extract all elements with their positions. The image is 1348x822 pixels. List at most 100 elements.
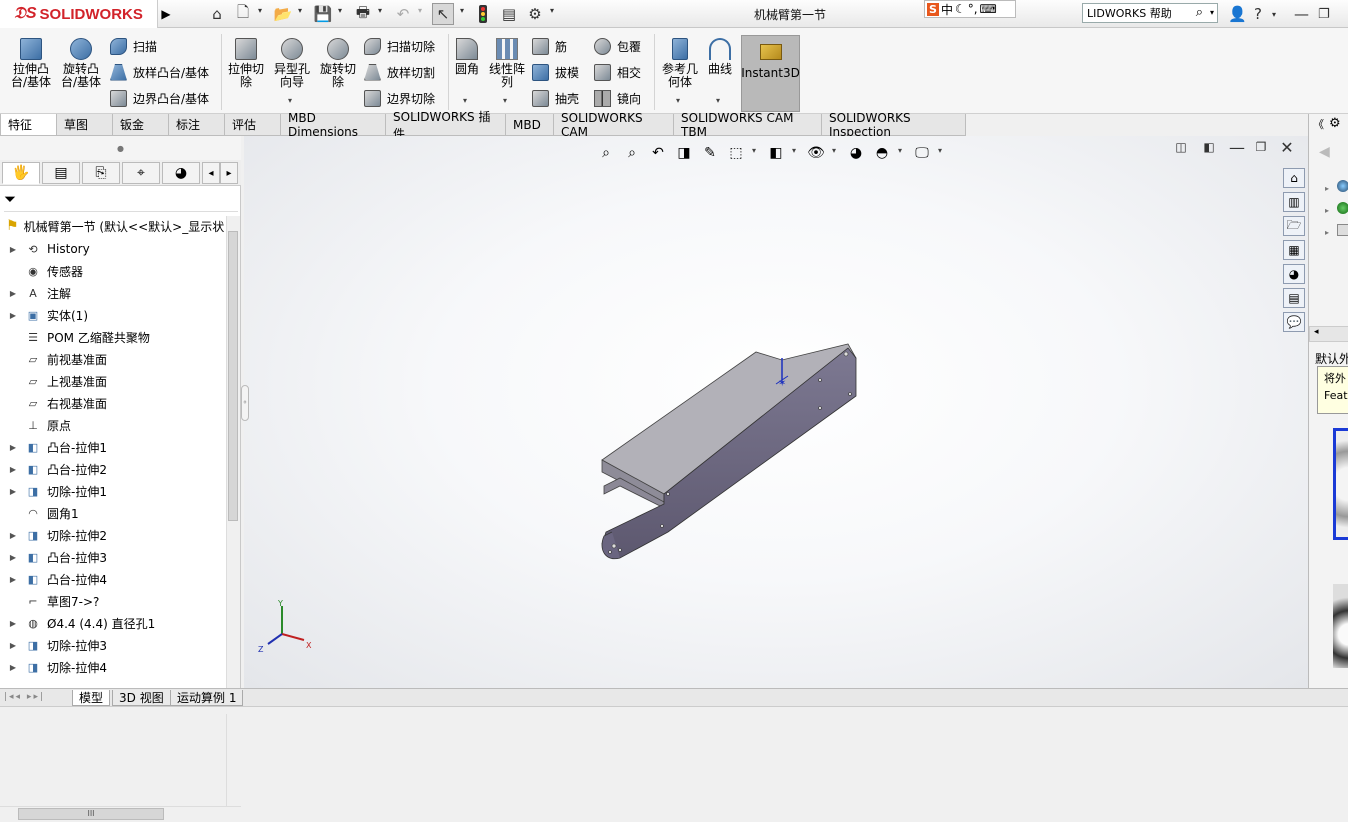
save-dropdown-icon[interactable]: ▾ <box>338 6 342 15</box>
expand-arrow-icon[interactable]: ▶ <box>6 641 20 650</box>
tree-item[interactable]: ▶ ▣ 实体(1) <box>0 304 226 326</box>
configuration-manager-tab-icon[interactable]: ⎘ <box>82 162 120 184</box>
tab-markup[interactable]: 标注 <box>168 114 225 136</box>
tree-item[interactable]: ▶ ◧ 凸台-拉伸2 <box>0 458 226 480</box>
reference-geometry-dropdown-icon[interactable]: ▾ <box>676 96 680 105</box>
tree-item[interactable]: ▶ ⟲ History <box>0 238 226 260</box>
user-account-icon[interactable]: 👤 <box>1228 3 1247 25</box>
select-dropdown-icon[interactable]: ▾ <box>460 6 464 15</box>
options-dropdown-icon[interactable]: ▾ <box>550 6 554 15</box>
mirror-button[interactable]: 镜向 <box>594 88 641 108</box>
viewport-restore-icon[interactable]: ❐ <box>1252 138 1270 156</box>
design-library-icon[interactable]: ▥ <box>1283 192 1305 212</box>
ime-toolbar[interactable]: S 中 ☾ °, ⌨ <box>924 0 1016 18</box>
appearance-node-icon[interactable] <box>1337 180 1348 192</box>
loft-boss-button[interactable]: 放样凸台/基体 <box>110 62 209 82</box>
revolve-cut-button[interactable]: 旋转切 除 <box>316 38 360 89</box>
linear-pattern-button[interactable]: 线性阵 列 <box>486 38 528 89</box>
extrude-cut-button[interactable]: 拉伸切 除 <box>224 38 268 89</box>
sweep-button[interactable]: 扫描 <box>110 36 157 56</box>
help-question-icon[interactable]: ? <box>1254 3 1262 25</box>
property-manager-tab-icon[interactable]: ▤ <box>42 162 80 184</box>
solidworks-resources-icon[interactable]: ⌂ <box>1283 168 1305 188</box>
select-cursor-icon[interactable]: ↖ <box>432 3 454 25</box>
tab-evaluate[interactable]: 评估 <box>224 114 281 136</box>
expand-arrow-icon[interactable]: ▶ <box>6 487 20 496</box>
expand-arrow-icon[interactable]: ▶ <box>6 553 20 562</box>
lofted-cut-button[interactable]: 放样切割 <box>364 62 435 82</box>
tab-mbd-dimensions[interactable]: MBD Dimensions <box>280 111 386 139</box>
expand-arrow-icon[interactable]: ▶ <box>6 245 20 254</box>
viewport-close-icon[interactable]: ✕ <box>1278 138 1296 157</box>
zoom-to-fit-icon[interactable]: ⌕ <box>596 144 616 162</box>
view-orientation-dropdown-icon[interactable]: ▾ <box>752 146 756 155</box>
panel-collapse-handle[interactable]: ◦ <box>241 385 249 421</box>
tab-features[interactable]: 特征 <box>0 114 57 136</box>
task-pane-hscroll[interactable]: ◂ <box>1309 326 1348 342</box>
draft-button[interactable]: 拔模 <box>532 62 579 82</box>
tab-mbd[interactable]: MBD <box>505 114 554 136</box>
punctuation-icon[interactable]: °, <box>968 2 978 16</box>
intersect-button[interactable]: 相交 <box>594 62 641 82</box>
tab-solidworks-cam-tbm[interactable]: SOLIDWORKS CAM TBM <box>673 111 822 139</box>
file-properties-icon[interactable]: ▤ <box>498 3 520 25</box>
hole-wizard-dropdown-icon[interactable]: ▾ <box>288 96 292 105</box>
rebuild-traffic-light-icon[interactable] <box>472 3 494 25</box>
keyboard-icon[interactable]: ⌨ <box>980 2 997 16</box>
appearances-icon[interactable]: ◕ <box>1283 264 1305 284</box>
swept-cut-button[interactable]: 扫描切除 <box>364 36 435 56</box>
part-model[interactable]: ✶ <box>584 336 874 576</box>
view-palette-icon[interactable]: ▦ <box>1283 240 1305 260</box>
appearance-thumbnail[interactable] <box>1333 584 1348 668</box>
solidworks-logo[interactable]: 𝔇S SOLIDWORKS <box>0 0 158 28</box>
moon-icon[interactable]: ☾ <box>955 2 966 16</box>
curves-dropdown-icon[interactable]: ▾ <box>716 96 720 105</box>
tree-item[interactable]: ⊥ 原点 <box>0 414 226 436</box>
tab-solidworks-addins[interactable]: SOLIDWORKS 插件 <box>385 110 506 141</box>
save-icon[interactable]: 💾 <box>312 3 334 25</box>
apply-scene-icon[interactable]: ◓ <box>872 144 892 162</box>
task-pane-settings-icon[interactable]: ⚙ <box>1329 116 1341 131</box>
dimxpert-tab-icon[interactable]: ⌖ <box>122 162 160 184</box>
tree-item[interactable]: ▶ ◨ 切除-拉伸3 <box>0 634 226 656</box>
expand-arrow-icon[interactable]: ▶ <box>6 575 20 584</box>
dynamic-annotation-icon[interactable]: ✎ <box>700 144 720 162</box>
rib-button[interactable]: 筋 <box>532 36 567 56</box>
restore-icon[interactable]: ❐ <box>1318 3 1330 25</box>
display-manager-tab-icon[interactable]: ◕ <box>162 162 200 184</box>
expand-arrow-icon[interactable]: ▶ <box>6 311 20 320</box>
apply-scene-dropdown-icon[interactable]: ▾ <box>898 146 902 155</box>
fillet-dropdown-icon[interactable]: ▾ <box>463 96 467 105</box>
tab-scroll-right-icon[interactable]: ▸ <box>220 162 238 184</box>
scene-node-icon[interactable] <box>1337 202 1348 214</box>
open-file-icon[interactable]: 📂 <box>272 3 294 25</box>
tree-horizontal-scroll-thumb[interactable]: III <box>18 808 164 820</box>
tree-vertical-scroll-thumb[interactable] <box>228 231 238 521</box>
undo-dropdown-icon[interactable]: ▾ <box>418 6 422 15</box>
viewport-collapse-icon[interactable]: ◧ <box>1200 138 1218 156</box>
custom-properties-icon[interactable]: ▤ <box>1283 288 1305 308</box>
tab-motion-study[interactable]: 运动算例 1 <box>170 690 244 706</box>
tree-item[interactable]: ▶ ◧ 凸台-拉伸4 <box>0 568 226 590</box>
open-dropdown-icon[interactable]: ▾ <box>298 6 302 15</box>
expand-arrow-icon[interactable]: ▸ <box>1325 228 1329 237</box>
minimize-icon[interactable]: — <box>1294 3 1309 25</box>
curves-button[interactable]: 曲线 <box>704 38 736 76</box>
graphics-area[interactable]: ◫ ◧ — ❐ ✕ ⌕ ⌕ ↶ ◨ ✎ ⬚ ▾ ◧ ▾ 👁 ▾ ◕ ◓ ▾ 🖵 … <box>244 136 1308 688</box>
decal-node-icon[interactable] <box>1337 224 1348 236</box>
filter-icon[interactable]: ⏷ <box>4 190 238 212</box>
tab-sketch[interactable]: 草图 <box>56 114 113 136</box>
tree-item[interactable]: ☰ POM 乙缩醛共聚物 <box>0 326 226 348</box>
expand-arrow-icon[interactable]: ▸ <box>1325 184 1329 193</box>
boundary-cut-button[interactable]: 边界切除 <box>364 88 435 108</box>
forum-icon[interactable]: 💬 <box>1283 312 1305 332</box>
edit-appearance-icon[interactable]: ◕ <box>846 144 866 162</box>
back-icon[interactable]: ◀ <box>1319 144 1330 160</box>
tree-item[interactable]: ⌐ 草图7->? <box>0 590 226 612</box>
tree-item[interactable]: ▶ ◨ 切除-拉伸1 <box>0 480 226 502</box>
ime-language[interactable]: 中 <box>941 1 953 18</box>
zoom-to-area-icon[interactable]: ⌕ <box>622 144 642 162</box>
tree-item[interactable]: ◉ 传感器 <box>0 260 226 282</box>
menu-expand-arrow[interactable]: ▶ <box>160 4 172 24</box>
view-orientation-icon[interactable]: ⬚ <box>726 144 746 162</box>
